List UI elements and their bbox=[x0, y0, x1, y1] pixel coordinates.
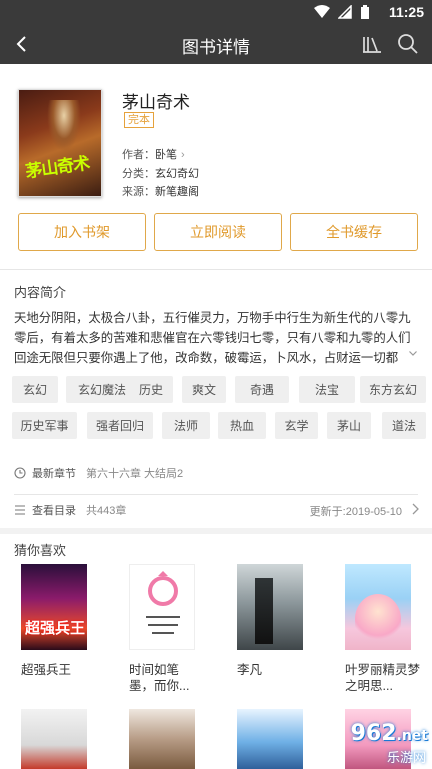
watermark-name: 乐游网 bbox=[386, 750, 426, 765]
status-badge: 完本 bbox=[124, 112, 154, 128]
book-cover: 茅山奇术 bbox=[18, 89, 102, 197]
tag-chip[interactable]: 历史军事 bbox=[12, 412, 77, 439]
expand-icon[interactable] bbox=[406, 346, 420, 360]
tag-chip[interactable]: 历史 bbox=[129, 376, 173, 403]
status-icons bbox=[314, 5, 370, 20]
wifi-icon bbox=[314, 5, 330, 18]
watermark-domain: .net bbox=[396, 728, 428, 744]
book-detail-content: 茅山奇术 茅山奇术 完本 作者：卧笔 › 分类：玄幻奇幻 来源：新笔趣阁 加入书架… bbox=[0, 64, 432, 769]
recommend-cover-4[interactable] bbox=[345, 564, 411, 650]
tag-chip[interactable]: 法宝 bbox=[299, 376, 355, 403]
category-label: 分类： bbox=[122, 168, 155, 180]
add-to-shelf-button[interactable]: 加入书架 bbox=[18, 213, 146, 251]
chevron-right-icon[interactable] bbox=[410, 503, 420, 515]
catalog-row[interactable]: 查看目录 共443章 bbox=[14, 502, 126, 518]
recommend-title: 猜你喜欢 bbox=[14, 543, 67, 558]
book-title: 茅山奇术 bbox=[122, 93, 190, 112]
battery-icon bbox=[361, 5, 369, 19]
search-icon[interactable] bbox=[396, 32, 420, 56]
intro-title: 内容简介 bbox=[14, 285, 67, 300]
cover-title-text: 茅山奇术 bbox=[24, 153, 91, 182]
catalog-count: 共443章 bbox=[86, 505, 127, 517]
tag-chip[interactable]: 热血 bbox=[218, 412, 266, 439]
recommend-cover-3[interactable] bbox=[237, 564, 303, 650]
latest-label: 最新章节 bbox=[32, 468, 76, 480]
source-value: 新笔趣阁 bbox=[155, 186, 199, 198]
recommend-name-1[interactable]: 超强兵王 bbox=[21, 662, 103, 678]
clock-icon bbox=[14, 467, 26, 479]
source-row: 来源：新笔趣阁 bbox=[122, 183, 199, 199]
author-label: 作者： bbox=[122, 149, 155, 161]
recommend-name-4[interactable]: 叶罗丽精灵梦之明思... bbox=[345, 662, 421, 694]
tag-chip[interactable]: 东方玄幻 bbox=[360, 376, 426, 403]
ring-icon bbox=[146, 571, 180, 634]
tag-chip[interactable]: 茅山 bbox=[327, 412, 371, 439]
category-value: 玄幻奇幻 bbox=[155, 168, 199, 180]
cache-all-button[interactable]: 全书缓存 bbox=[290, 213, 418, 251]
app-bar: 图书详情 bbox=[0, 24, 432, 64]
recommend-cover-1[interactable]: 超强兵王 bbox=[21, 564, 87, 650]
category-row: 分类：玄幻奇幻 bbox=[122, 165, 199, 181]
recommend-cover-7[interactable] bbox=[237, 709, 303, 769]
status-bar: 11:25 bbox=[0, 0, 432, 24]
author-row[interactable]: 作者：卧笔 › bbox=[122, 146, 185, 162]
tag-chip[interactable]: 法师 bbox=[162, 412, 210, 439]
divider bbox=[14, 494, 418, 495]
section-gap bbox=[0, 528, 432, 534]
watermark-number: 962 bbox=[350, 721, 397, 746]
read-now-button[interactable]: 立即阅读 bbox=[154, 213, 282, 251]
cover-figure bbox=[47, 100, 81, 152]
cover-3-figure bbox=[255, 578, 273, 644]
divider bbox=[0, 269, 432, 270]
recommend-name-2[interactable]: 时间如笔墨，而你... bbox=[129, 662, 199, 694]
tag-chip[interactable]: 道法 bbox=[382, 412, 426, 439]
catalog-label: 查看目录 bbox=[32, 505, 76, 517]
chevron-right-icon: › bbox=[181, 149, 185, 161]
tag-chip[interactable]: 玄幻魔法 bbox=[66, 376, 138, 403]
recommend-name-3[interactable]: 李凡 bbox=[237, 662, 319, 678]
tag-chip[interactable]: 强者回归 bbox=[87, 412, 153, 439]
signal-icon bbox=[338, 5, 352, 19]
status-time: 11:25 bbox=[388, 4, 424, 20]
author-value[interactable]: 卧笔 bbox=[155, 149, 177, 161]
site-watermark-logo: 962.net 乐游网 bbox=[332, 721, 428, 765]
list-icon bbox=[15, 505, 25, 515]
latest-chapter-row[interactable]: 最新章节 第六十六章 大结局2 bbox=[14, 465, 183, 481]
intro-text[interactable]: 天地分阴阳，太极合八卦，五行催灵力，万物手中行生为新生代的八零九零后，有着太多的… bbox=[14, 308, 418, 364]
tag-chip[interactable]: 奇遇 bbox=[235, 376, 289, 403]
tag-chip[interactable]: 爽文 bbox=[182, 376, 226, 403]
bookshelf-icon[interactable] bbox=[360, 32, 384, 56]
recommend-cover-6[interactable] bbox=[129, 709, 195, 769]
latest-value: 第六十六章 大结局2 bbox=[86, 468, 184, 480]
recommend-cover-5[interactable] bbox=[21, 709, 87, 769]
tag-chip[interactable]: 玄幻 bbox=[12, 376, 58, 403]
cover-1-text: 超强兵王 bbox=[25, 620, 86, 637]
catalog-updated: 更新于:2019-05-10 bbox=[309, 506, 402, 518]
cover-4-figure bbox=[355, 594, 401, 644]
source-label: 来源： bbox=[122, 186, 155, 198]
tag-chip[interactable]: 玄学 bbox=[275, 412, 318, 439]
recommend-cover-2[interactable] bbox=[129, 564, 195, 650]
